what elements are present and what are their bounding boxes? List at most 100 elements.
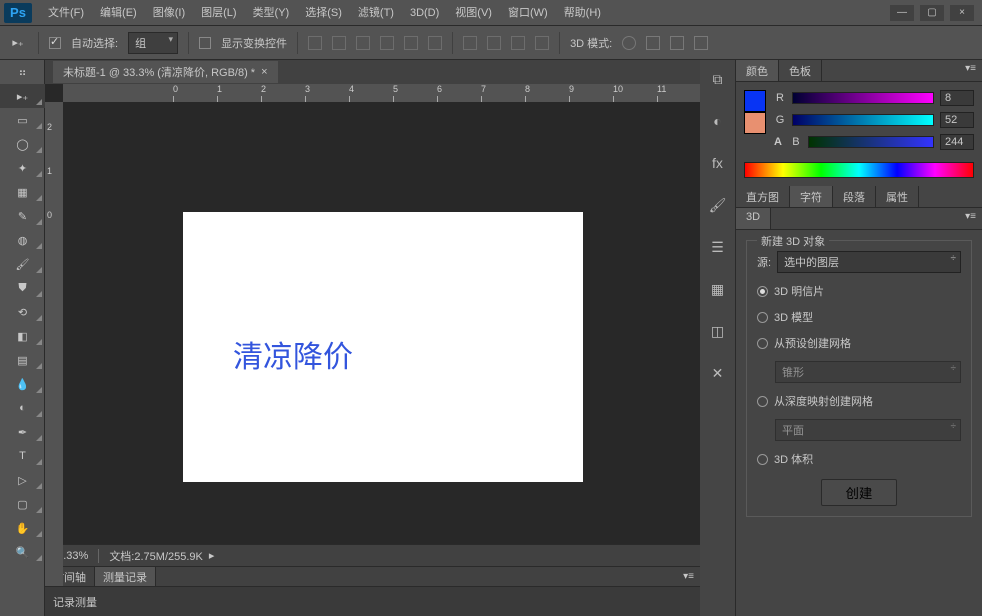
layers-icon[interactable]: ☰ xyxy=(707,236,729,258)
slide-icon[interactable] xyxy=(670,36,684,50)
bottom-panel-tabs: 时间轴 测量记录 ▾≡ xyxy=(45,566,700,586)
menu-view[interactable]: 视图(V) xyxy=(447,0,500,26)
canvas[interactable]: 清凉降价 xyxy=(183,212,583,482)
pan-icon[interactable] xyxy=(646,36,660,50)
stamp-tool[interactable]: ⛊ xyxy=(0,276,45,300)
history-brush-tool[interactable]: ⟲ xyxy=(0,300,45,324)
radio-depth-mesh[interactable] xyxy=(757,396,768,407)
chevron-right-icon[interactable]: ▸ xyxy=(209,549,215,562)
menu-edit[interactable]: 编辑(E) xyxy=(92,0,145,26)
toolbar-handle[interactable]: ⠶ xyxy=(0,60,45,84)
canvas-text-layer[interactable]: 清凉降价 xyxy=(233,332,353,376)
menu-help[interactable]: 帮助(H) xyxy=(556,0,609,26)
paths-icon[interactable]: ◫ xyxy=(707,320,729,342)
menu-type[interactable]: 类型(Y) xyxy=(245,0,298,26)
scale-icon[interactable] xyxy=(694,36,708,50)
lasso-tool[interactable]: ◯ xyxy=(0,132,45,156)
tab-swatches[interactable]: 色板 xyxy=(779,60,822,81)
depth-dropdown[interactable]: 平面 xyxy=(775,419,961,441)
tab-3d[interactable]: 3D xyxy=(736,208,771,229)
menu-select[interactable]: 选择(S) xyxy=(297,0,350,26)
ruler-vertical: 2 1 0 xyxy=(45,102,63,586)
canvas-viewport[interactable]: 清凉降价 xyxy=(63,102,700,544)
brush-tool[interactable]: 🖌 xyxy=(0,252,45,276)
spectrum-ramp[interactable] xyxy=(744,162,974,178)
radio-volume[interactable] xyxy=(757,454,768,465)
document-tab[interactable]: 未标题-1 @ 33.3% (清凉降价, RGB/8) * × xyxy=(53,61,278,83)
auto-select-checkbox[interactable] xyxy=(49,37,61,49)
tab-properties[interactable]: 属性 xyxy=(876,186,919,207)
radio-model[interactable] xyxy=(757,312,768,323)
marquee-tool[interactable]: ▭ xyxy=(0,108,45,132)
blur-tool[interactable]: 💧 xyxy=(0,372,45,396)
distribute-icon[interactable] xyxy=(511,36,525,50)
source-dropdown[interactable]: 选中的图层 xyxy=(777,251,961,273)
panel-menu-icon[interactable]: ▾≡ xyxy=(959,208,982,229)
orbit-icon[interactable] xyxy=(622,36,636,50)
show-transform-checkbox[interactable] xyxy=(199,37,211,49)
history-icon[interactable]: ⧉ xyxy=(707,68,729,90)
menu-file[interactable]: 文件(F) xyxy=(40,0,92,26)
align-icon[interactable] xyxy=(380,36,394,50)
eyedropper-tool[interactable]: ✎ xyxy=(0,204,45,228)
type-tool[interactable]: T xyxy=(0,444,45,468)
close-icon[interactable]: × xyxy=(261,66,267,78)
hand-tool[interactable]: ✋ xyxy=(0,516,45,540)
r-value[interactable]: 8 xyxy=(940,90,974,106)
menu-layer[interactable]: 图层(L) xyxy=(193,0,244,26)
g-value[interactable]: 52 xyxy=(940,112,974,128)
tab-color[interactable]: 颜色 xyxy=(736,60,779,81)
menu-filter[interactable]: 滤镜(T) xyxy=(350,0,402,26)
eraser-tool[interactable]: ◧ xyxy=(0,324,45,348)
pen-tool[interactable]: ✒ xyxy=(0,420,45,444)
align-icon[interactable] xyxy=(428,36,442,50)
background-swatch[interactable] xyxy=(744,112,766,134)
patch-tool[interactable]: ◍ xyxy=(0,228,45,252)
align-icon[interactable] xyxy=(308,36,322,50)
shape-tool[interactable]: ▢ xyxy=(0,492,45,516)
tab-character[interactable]: 字符 xyxy=(790,186,833,207)
menu-window[interactable]: 窗口(W) xyxy=(500,0,556,26)
close-button[interactable]: × xyxy=(950,5,974,21)
tools-icon[interactable]: ✕ xyxy=(707,362,729,384)
panel-stack: 颜色 色板 ▾≡ R8 G52 AB244 xyxy=(736,60,982,616)
path-select-tool[interactable]: ▷ xyxy=(0,468,45,492)
wand-tool[interactable]: ✦ xyxy=(0,156,45,180)
tab-histogram[interactable]: 直方图 xyxy=(736,186,790,207)
radio-postcard[interactable] xyxy=(757,286,768,297)
distribute-icon[interactable] xyxy=(535,36,549,50)
zoom-tool[interactable]: 🔍 xyxy=(0,540,45,564)
b-slider[interactable] xyxy=(808,136,934,148)
distribute-icon[interactable] xyxy=(487,36,501,50)
b-value[interactable]: 244 xyxy=(940,134,974,150)
panel-menu-icon[interactable]: ▾≡ xyxy=(677,568,700,585)
gradient-tool[interactable]: ▤ xyxy=(0,348,45,372)
radio-preset-mesh[interactable] xyxy=(757,338,768,349)
align-icon[interactable] xyxy=(356,36,370,50)
record-measurement-label[interactable]: 记录测量 xyxy=(53,594,97,610)
styles-icon[interactable]: fx xyxy=(707,152,729,174)
tab-measurement[interactable]: 测量记录 xyxy=(95,567,156,587)
move-tool[interactable]: ▸₊ xyxy=(0,84,45,108)
preset-dropdown[interactable]: 锥形 xyxy=(775,361,961,383)
g-slider[interactable] xyxy=(792,114,934,126)
create-button[interactable]: 创建 xyxy=(821,479,898,506)
minimize-button[interactable]: — xyxy=(890,5,914,21)
foreground-swatch[interactable] xyxy=(744,90,766,112)
crop-tool[interactable]: ▦ xyxy=(0,180,45,204)
adjustments-icon[interactable]: ◐ xyxy=(707,110,729,132)
r-slider[interactable] xyxy=(792,92,934,104)
align-icon[interactable] xyxy=(332,36,346,50)
dodge-tool[interactable]: ◐ xyxy=(0,396,45,420)
auto-select-dropdown[interactable]: 组 xyxy=(128,32,178,54)
channels-icon[interactable]: ▦ xyxy=(707,278,729,300)
brushes-icon[interactable]: 🖌 xyxy=(707,194,729,216)
menu-image[interactable]: 图像(I) xyxy=(145,0,193,26)
maximize-button[interactable]: ▢ xyxy=(920,5,944,21)
distribute-icon[interactable] xyxy=(463,36,477,50)
panel-menu-icon[interactable]: ▾≡ xyxy=(959,60,982,81)
color-swatches[interactable] xyxy=(744,90,766,156)
align-icon[interactable] xyxy=(404,36,418,50)
menu-3d[interactable]: 3D(D) xyxy=(402,0,447,26)
tab-paragraph[interactable]: 段落 xyxy=(833,186,876,207)
